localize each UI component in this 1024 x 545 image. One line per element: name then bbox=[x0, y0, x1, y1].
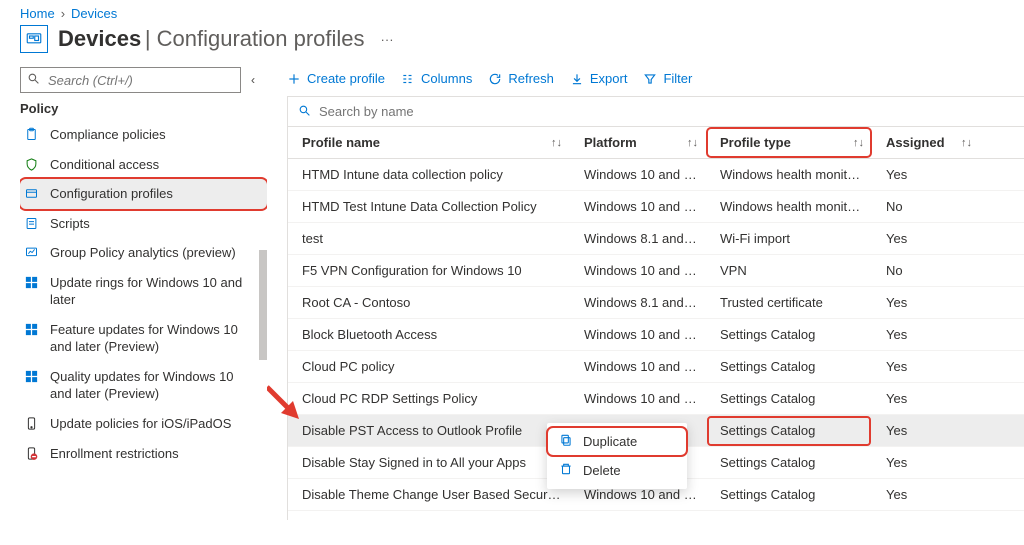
table-row[interactable]: Block Bluetooth AccessWindows 10 and lat… bbox=[288, 319, 1024, 351]
search-icon bbox=[298, 104, 311, 120]
page-title: Devices | Configuration profiles ··· bbox=[0, 21, 1024, 67]
context-menu: Duplicate Delete bbox=[547, 423, 687, 489]
sidebar-item-gpo-analytics[interactable]: Group Policy analytics (preview) bbox=[20, 238, 267, 268]
title-sub: | Configuration profiles bbox=[145, 26, 365, 51]
sidebar-scrollbar[interactable] bbox=[259, 115, 267, 520]
sidebar-item-conditional[interactable]: Conditional access bbox=[20, 150, 267, 180]
search-icon bbox=[27, 72, 40, 88]
sidebar-item-ios-update[interactable]: Update policies for iOS/iPadOS bbox=[20, 409, 267, 439]
sidebar-item-scripts[interactable]: Scripts bbox=[20, 209, 267, 239]
header-platform[interactable]: Platform↑↓ bbox=[570, 127, 706, 158]
sidebar-item-quality-updates[interactable]: Quality updates for Windows 10 and later… bbox=[20, 362, 267, 409]
chevron-right-icon: › bbox=[61, 6, 65, 21]
devices-icon bbox=[20, 25, 48, 53]
sidebar-item-enrollment[interactable]: Enrollment restrictions bbox=[20, 439, 267, 469]
refresh-button[interactable]: Refresh bbox=[488, 71, 554, 86]
sort-icon: ↑↓ bbox=[551, 137, 562, 149]
section-label: Policy bbox=[20, 93, 267, 120]
table-row[interactable]: Cloud PC policyWindows 10 and laterSetti… bbox=[288, 351, 1024, 383]
script-icon bbox=[22, 216, 40, 231]
filter-button[interactable]: Filter bbox=[643, 71, 692, 86]
sidebar-search-input[interactable] bbox=[46, 72, 234, 89]
sidebar: ‹‹ Policy Compliance policies Conditiona… bbox=[0, 67, 267, 520]
table-row[interactable]: testWindows 8.1 and laterWi-Fi importYes bbox=[288, 223, 1024, 255]
export-button[interactable]: Export bbox=[570, 71, 628, 86]
analytics-icon bbox=[22, 245, 40, 260]
table-row[interactable]: HTMD Test Intune Data Collection PolicyW… bbox=[288, 191, 1024, 223]
windows-icon bbox=[22, 275, 40, 290]
sidebar-item-feature-updates[interactable]: Feature updates for Windows 10 and later… bbox=[20, 315, 267, 362]
header-profile-name[interactable]: Profile name↑↓ bbox=[288, 127, 570, 158]
grid-search[interactable] bbox=[288, 97, 1024, 127]
sidebar-item-configuration-profiles[interactable]: Configuration profiles bbox=[20, 179, 267, 209]
sort-icon: ↑↓ bbox=[687, 137, 698, 149]
header-assigned[interactable]: Assigned↑↓ bbox=[872, 127, 980, 158]
sidebar-search[interactable] bbox=[20, 67, 241, 93]
title-main: Devices bbox=[58, 26, 141, 51]
sidebar-item-compliance[interactable]: Compliance policies bbox=[20, 120, 267, 150]
breadcrumb: Home › Devices bbox=[0, 6, 1024, 21]
context-delete[interactable]: Delete bbox=[547, 456, 687, 485]
collapse-sidebar-icon[interactable]: ‹‹ bbox=[251, 73, 257, 87]
sort-icon: ↑↓ bbox=[853, 137, 864, 149]
windows-icon bbox=[22, 322, 40, 337]
delete-icon bbox=[559, 462, 573, 479]
create-profile-button[interactable]: Create profile bbox=[287, 71, 385, 86]
restriction-icon bbox=[22, 446, 40, 461]
toolbar: Create profile Columns Refresh Export Fi… bbox=[287, 67, 1024, 96]
context-duplicate[interactable]: Duplicate bbox=[547, 427, 687, 456]
table-row[interactable]: Root CA - ContosoWindows 8.1 and laterTr… bbox=[288, 287, 1024, 319]
grid-header: Profile name↑↓ Platform↑↓ Profile type↑↓… bbox=[288, 127, 1024, 159]
columns-button[interactable]: Columns bbox=[401, 71, 472, 86]
breadcrumb-home[interactable]: Home bbox=[20, 6, 55, 21]
sort-icon: ↑↓ bbox=[961, 137, 972, 149]
more-button[interactable]: ··· bbox=[375, 32, 400, 47]
profile-icon bbox=[22, 186, 40, 201]
header-profile-type[interactable]: Profile type↑↓ bbox=[706, 127, 872, 158]
main-content: Create profile Columns Refresh Export Fi… bbox=[267, 67, 1024, 520]
grid-search-input[interactable] bbox=[317, 103, 1014, 120]
table-row[interactable]: Cloud PC RDP Settings PolicyWindows 10 a… bbox=[288, 383, 1024, 415]
table-row[interactable]: HTMD Intune data collection policyWindow… bbox=[288, 159, 1024, 191]
sidebar-item-update-rings[interactable]: Update rings for Windows 10 and later bbox=[20, 268, 267, 315]
table-row[interactable]: F5 VPN Configuration for Windows 10Windo… bbox=[288, 255, 1024, 287]
windows-icon bbox=[22, 369, 40, 384]
breadcrumb-devices[interactable]: Devices bbox=[71, 6, 117, 21]
clipboard-icon bbox=[22, 127, 40, 142]
phone-icon bbox=[22, 416, 40, 431]
shield-icon bbox=[22, 157, 40, 172]
annotation-arrow bbox=[267, 381, 305, 428]
duplicate-icon bbox=[559, 433, 573, 450]
